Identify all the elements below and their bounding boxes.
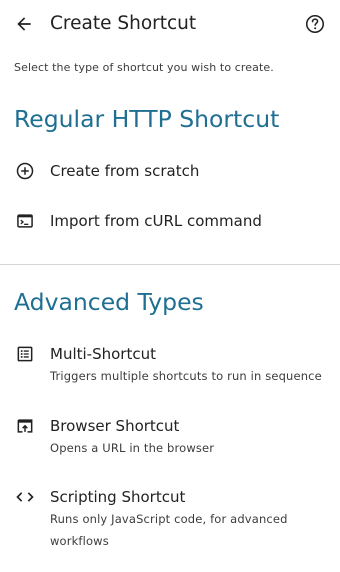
multi-shortcut-item[interactable]: Multi-Shortcut Triggers multiple shortcu… [0,343,340,389]
import-curl-label: Import from cURL command [50,212,262,230]
create-from-scratch-item[interactable]: Create from scratch [0,160,340,184]
help-button[interactable] [303,12,327,36]
terminal-icon [14,210,36,232]
help-circle-icon [304,13,326,35]
page-title: Create Shortcut [50,13,197,34]
code-icon [14,486,36,508]
import-curl-item[interactable]: Import from cURL command [0,210,340,234]
multi-shortcut-label: Multi-Shortcut [50,345,156,363]
browser-shortcut-label: Browser Shortcut [50,417,180,435]
section-divider [0,264,340,265]
scripting-shortcut-item[interactable]: Scripting Shortcut Runs only JavaScript … [0,486,340,554]
browser-shortcut-description: Opens a URL in the browser [50,441,215,455]
scripting-shortcut-description: Runs only JavaScript code, for advanced … [50,512,288,548]
open-in-browser-icon [14,415,36,437]
list-icon [14,343,36,365]
multi-shortcut-description: Triggers multiple shortcuts to run in se… [50,369,322,383]
section-heading-regular: Regular HTTP Shortcut [14,105,280,133]
create-from-scratch-label: Create from scratch [50,162,200,180]
instruction-text: Select the type of shortcut you wish to … [14,61,274,74]
app-bar: Create Shortcut [0,0,340,48]
scripting-shortcut-label: Scripting Shortcut [50,488,186,506]
back-button[interactable] [10,10,38,38]
section-heading-advanced: Advanced Types [14,288,204,316]
browser-shortcut-item[interactable]: Browser Shortcut Opens a URL in the brow… [0,415,340,461]
add-circle-icon [14,160,36,182]
arrow-back-icon [14,14,34,34]
